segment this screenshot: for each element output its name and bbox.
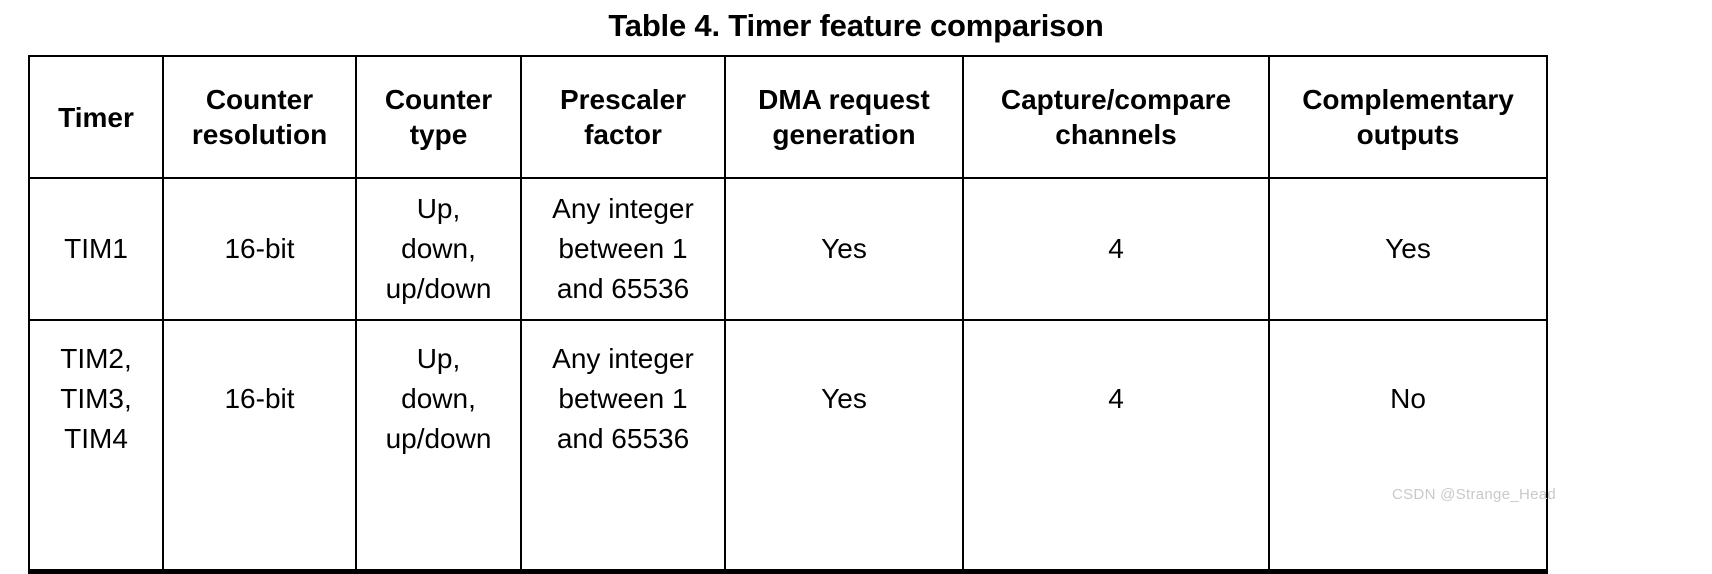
- document-page: Table 4. Timer feature comparison Timer …: [0, 0, 1712, 574]
- cell-complementary-outputs: No: [1268, 319, 1548, 574]
- table-header: Timer Counter resolution Counter type Pr…: [28, 55, 1548, 179]
- cell-capture-compare-channels: 4: [962, 319, 1270, 574]
- cell-complementary-outputs: Yes: [1268, 177, 1548, 321]
- cell-counter-type: Up, down, up/down: [355, 319, 522, 574]
- table-body: TIM1 16-bit Up, down, up/down Any intege…: [28, 177, 1548, 574]
- table-row: TIM1 16-bit Up, down, up/down Any intege…: [28, 177, 1548, 321]
- table-container: Timer Counter resolution Counter type Pr…: [28, 55, 1548, 574]
- cell-capture-compare-channels: 4: [962, 177, 1270, 321]
- cell-timer: TIM1: [28, 177, 164, 321]
- column-header-complementary-outputs: Complementary outputs: [1268, 55, 1548, 179]
- timer-comparison-table: Timer Counter resolution Counter type Pr…: [28, 55, 1548, 574]
- column-header-counter-type: Counter type: [355, 55, 522, 179]
- column-header-capture-compare-channels: Capture/compare channels: [962, 55, 1270, 179]
- cell-dma-request-generation: Yes: [724, 177, 964, 321]
- column-header-counter-resolution: Counter resolution: [162, 55, 357, 179]
- table-header-row: Timer Counter resolution Counter type Pr…: [28, 55, 1548, 179]
- table-row: TIM2, TIM3, TIM4 16-bit Up, down, up/dow…: [28, 319, 1548, 574]
- cell-dma-request-generation: Yes: [724, 319, 964, 574]
- cell-prescaler-factor: Any integer between 1 and 65536: [520, 319, 726, 574]
- column-header-prescaler-factor: Prescaler factor: [520, 55, 726, 179]
- watermark-text: CSDN @Strange_Head: [1392, 486, 1557, 503]
- cell-timer: TIM2, TIM3, TIM4: [28, 319, 164, 574]
- table-caption: Table 4. Timer feature comparison: [608, 8, 1104, 43]
- cell-counter-resolution: 16-bit: [162, 319, 357, 574]
- cell-counter-resolution: 16-bit: [162, 177, 357, 321]
- column-header-dma-request-generation: DMA request generation: [724, 55, 964, 179]
- cell-counter-type: Up, down, up/down: [355, 177, 522, 321]
- column-header-timer: Timer: [28, 55, 164, 179]
- cell-prescaler-factor: Any integer between 1 and 65536: [520, 177, 726, 321]
